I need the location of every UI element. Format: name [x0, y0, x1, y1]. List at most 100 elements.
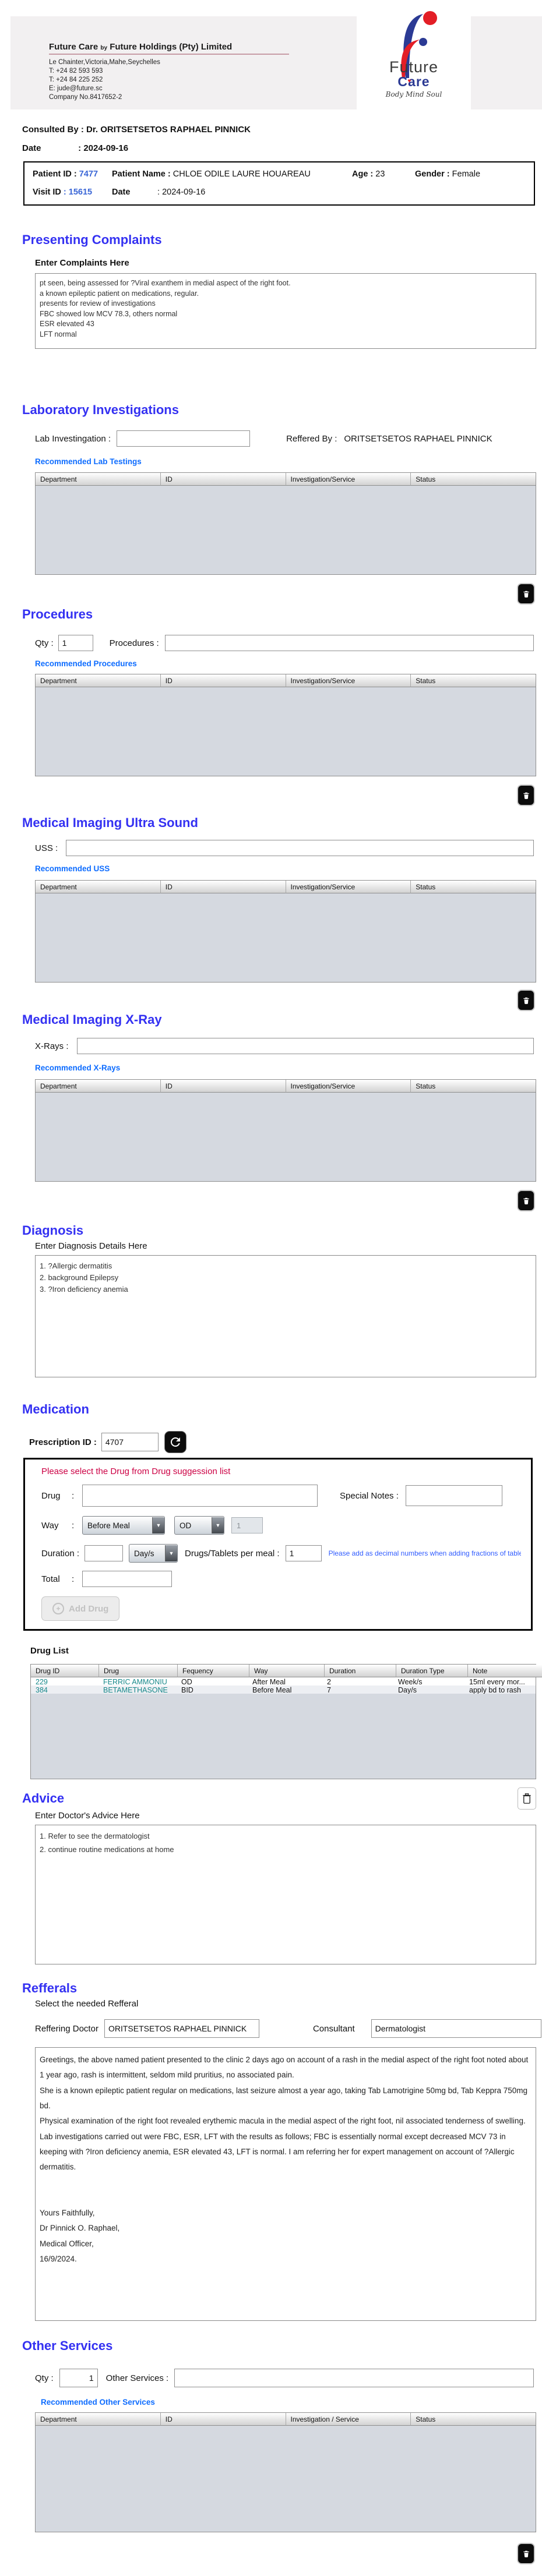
- duration-unit-dropdown[interactable]: Day/s ▼: [129, 1544, 178, 1563]
- xray-input-row: X-Rays :: [35, 1038, 542, 1054]
- other-services-qty-input[interactable]: 1: [59, 2369, 98, 2387]
- xray-heading: Medical Imaging X-Ray: [22, 1012, 542, 1027]
- drug-row-1[interactable]: 229 FERRIC AMMONIU OD After Meal 2 Week/…: [31, 1677, 536, 1685]
- col-drug: Drug: [99, 1665, 178, 1677]
- advice-heading-row: Advice: [0, 1787, 536, 1810]
- header-divider: [49, 54, 289, 55]
- col-status: Status: [411, 473, 536, 486]
- total-row: Total :: [41, 1571, 531, 1587]
- referral-letter-textarea[interactable]: Greetings, the above named patient prese…: [35, 2047, 536, 2321]
- prescription-refresh-button[interactable]: [164, 1431, 186, 1453]
- visit-date: Date : 2024-09-16: [112, 188, 205, 197]
- consulted-by-value: Dr. ORITSETSETOS RAPHAEL PINNICK: [86, 125, 251, 135]
- col-department: Department: [36, 473, 161, 486]
- procedures-input-row: Qty : 1 Procedures :: [35, 635, 542, 651]
- drug-row-2[interactable]: 384 BETAMETHASONE BID Before Meal 7 Day/…: [31, 1685, 536, 1694]
- consulted-by-line: Consulted By : Dr. ORITSETSETOS RAPHAEL …: [22, 125, 542, 135]
- referring-doctor-label: Reffering Doctor: [35, 2024, 98, 2034]
- patient-row-1: Patient ID : 7477 Patient Name : CHLOE O…: [24, 168, 534, 181]
- complaints-label: Enter Complaints Here: [35, 258, 542, 268]
- consultant-input[interactable]: Dermatologist: [371, 2019, 541, 2038]
- logo-care-text: Care: [397, 74, 430, 89]
- chevron-down-icon: ▼: [152, 1517, 164, 1533]
- trash-icon: [522, 1196, 530, 1206]
- referring-doctor-input[interactable]: ORITSETSETOS RAPHAEL PINNICK: [104, 2019, 259, 2038]
- patient-name-label: Patient Name :: [112, 169, 171, 179]
- col-way: Way: [249, 1665, 325, 1677]
- lab-delete-button[interactable]: [517, 583, 535, 605]
- prescription-id-input[interactable]: 4707: [101, 1433, 159, 1451]
- col-status: Status: [411, 881, 536, 893]
- patient-id-value: 7477: [79, 169, 98, 179]
- lab-heading: Laboratory Investigations: [22, 402, 542, 418]
- col-investigation: Investigation/Service: [286, 881, 411, 893]
- diagnosis-textarea[interactable]: 1. ?Allergic dermatitis 2. background Ep…: [35, 1255, 536, 1377]
- lab-investigation-input[interactable]: [117, 430, 250, 447]
- drug-table-body: [31, 1694, 536, 1779]
- other-services-input-row: Qty : 1 Other Services :: [35, 2369, 542, 2387]
- logo-tagline: Body Mind Soul: [386, 90, 442, 98]
- advice-textarea[interactable]: 1. Refer to see the dermatologist 2. con…: [35, 1825, 536, 1964]
- procedures-table: Department ID Investigation/Service Stat…: [35, 674, 536, 776]
- drug-duration-type: Week/s: [393, 1677, 464, 1685]
- special-notes-input[interactable]: [406, 1485, 502, 1506]
- drug-id: 229: [31, 1677, 98, 1685]
- trash-icon: [522, 791, 530, 800]
- col-duration-type: Duration Type: [396, 1665, 468, 1677]
- lab-table-body: [36, 486, 536, 574]
- procedures-qty-label: Qty :: [35, 638, 54, 648]
- other-services-input[interactable]: [174, 2369, 534, 2387]
- drug-frequency: OD: [177, 1677, 248, 1685]
- consultant-label: Consultant: [313, 2024, 355, 2034]
- complaints-textarea[interactable]: pt seen, being assessed for ?Viral exant…: [35, 273, 536, 349]
- drug-suggestion-note: Please select the Drug from Drug suggess…: [41, 1467, 531, 1476]
- way-dropdown[interactable]: Before Meal ▼: [82, 1516, 165, 1535]
- referral-inputs-row: Reffering Doctor ORITSETSETOS RAPHAEL PI…: [35, 2019, 542, 2038]
- add-drug-button[interactable]: + Add Drug: [41, 1596, 119, 1621]
- other-services-delete-button[interactable]: [517, 2543, 535, 2564]
- drug-input[interactable]: [82, 1485, 318, 1507]
- drug-row: Drug : Special Notes :: [41, 1485, 531, 1507]
- other-services-trash-row: [0, 2543, 535, 2576]
- drug-duration: 2: [322, 1677, 393, 1685]
- col-duration: Duration: [325, 1665, 396, 1677]
- frequency-dropdown[interactable]: OD ▼: [174, 1516, 224, 1535]
- uss-delete-button[interactable]: [517, 990, 535, 1011]
- xray-delete-button[interactable]: [517, 1190, 535, 1211]
- consult-date-value: : 2024-09-16: [78, 143, 128, 153]
- duration-input[interactable]: [85, 1545, 123, 1561]
- recommended-procedures-link: Recommended Procedures: [35, 659, 542, 668]
- consult-date-line: Date : 2024-09-16: [22, 143, 542, 153]
- other-services-qty-label: Qty :: [35, 2373, 54, 2383]
- referred-by-label: Reffered By :: [286, 434, 337, 444]
- drug-name: BETAMETHASONE: [98, 1685, 177, 1694]
- per-meal-input[interactable]: 1: [286, 1545, 322, 1561]
- patient-name-value: CHLOE ODILE LAURE HOUAREAU: [173, 169, 311, 179]
- col-investigation: Investigation/Service: [286, 674, 411, 687]
- patient-id-label: Patient ID :: [33, 169, 77, 179]
- total-input[interactable]: [82, 1571, 172, 1587]
- col-department: Department: [36, 1080, 161, 1093]
- referred-by-value: ORITSETSETOS RAPHAEL PINNICK: [344, 434, 492, 444]
- trash-icon: [522, 589, 530, 599]
- procedures-delete-button[interactable]: [517, 785, 535, 806]
- drug-colon: :: [72, 1491, 82, 1501]
- procedures-input[interactable]: [165, 635, 534, 651]
- visit-date-value: : 2024-09-16: [157, 188, 205, 197]
- patient-id: Patient ID : 7477: [33, 169, 112, 179]
- col-status: Status: [411, 1080, 536, 1093]
- special-notes-label: Special Notes :: [340, 1491, 399, 1501]
- diagnosis-label: Enter Diagnosis Details Here: [35, 1241, 542, 1251]
- drug-label: Drug: [41, 1491, 72, 1501]
- consultation-page: Future Care by Future Holdings (Pty) Lim…: [0, 16, 542, 2576]
- drug-list-label: Drug List: [30, 1646, 542, 1656]
- xray-trash-row: [0, 1190, 535, 1211]
- procedures-table-head: Department ID Investigation/Service Stat…: [36, 674, 536, 687]
- company-name-rest: Future Holdings (Pty) Limited: [110, 42, 232, 52]
- uss-input[interactable]: [66, 840, 534, 856]
- procedures-qty-input[interactable]: 1: [58, 635, 93, 651]
- xray-input[interactable]: [77, 1038, 534, 1054]
- lab-input-label: Lab Investingation :: [35, 434, 111, 444]
- drug-name: FERRIC AMMONIU: [98, 1677, 177, 1685]
- advice-delete-button[interactable]: [518, 1787, 536, 1810]
